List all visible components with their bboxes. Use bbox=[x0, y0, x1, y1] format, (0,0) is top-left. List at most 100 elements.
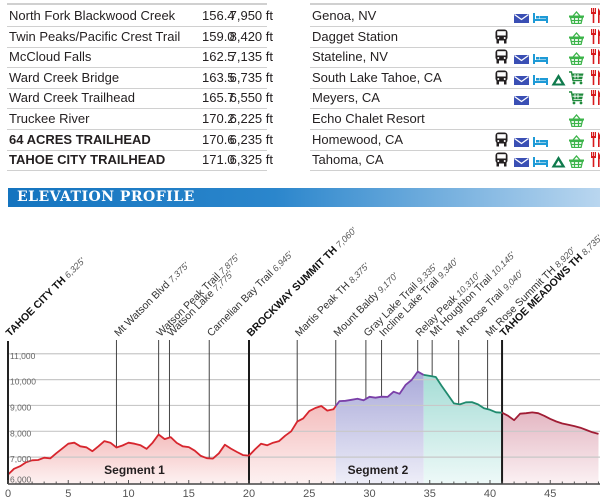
services-icons bbox=[495, 109, 600, 129]
section-title: ELEVATION PROFILE bbox=[17, 189, 195, 205]
services-icons bbox=[495, 150, 600, 170]
area-fill-segment-2a bbox=[249, 406, 336, 484]
bus-icon bbox=[495, 29, 508, 44]
bed-icon bbox=[533, 72, 548, 86]
table-row: Ward Creek Bridge 163.5 6,735 ft bbox=[7, 68, 273, 89]
basket-icon bbox=[569, 51, 584, 66]
waypoint-label-elevation: 7,060' bbox=[334, 225, 358, 249]
waypoint-elevation: 6,325 ft bbox=[229, 152, 273, 168]
x-tick-label: 35 bbox=[424, 488, 436, 500]
bed-icon bbox=[533, 154, 548, 168]
segment-label: Segment 1 bbox=[104, 463, 165, 477]
basket-icon bbox=[569, 113, 584, 128]
x-tick-label: 15 bbox=[183, 488, 195, 500]
waypoint-name: TAHOE CITY TRAILHEAD bbox=[9, 152, 166, 168]
waypoint-label-elevation: 9,040' bbox=[501, 268, 525, 292]
waypoint-elevation: 6,735 ft bbox=[229, 69, 273, 85]
waypoint-label-name: TAHOE MEADOWS TH bbox=[498, 250, 588, 340]
waypoint-name: 64 ACRES TRAILHEAD bbox=[9, 131, 151, 147]
table-row: Genoa, NV bbox=[310, 6, 600, 27]
services-icons bbox=[495, 6, 600, 26]
town-name: Homewood, CA bbox=[312, 131, 404, 147]
basket-icon bbox=[569, 134, 584, 148]
services-icons bbox=[495, 88, 600, 108]
envelope-icon bbox=[514, 10, 529, 24]
waypoint-label-elevation: 9,340' bbox=[436, 256, 460, 280]
x-tick-label: 5 bbox=[65, 488, 71, 500]
tent-icon bbox=[551, 154, 566, 168]
envelope-icon bbox=[514, 134, 529, 148]
table-row: Truckee River 170.2 6,225 ft bbox=[7, 109, 273, 130]
services-icons bbox=[495, 130, 600, 150]
waypoint-name: Ward Creek Bridge bbox=[9, 69, 120, 85]
waypoint-label-elevation: 7,375' bbox=[167, 260, 191, 284]
town-name: Meyers, CA bbox=[312, 90, 380, 106]
table-row: Stateline, NV bbox=[310, 47, 600, 69]
area-fill-segment-2c bbox=[423, 374, 503, 484]
town-name: South Lake Tahoe, CA bbox=[312, 69, 442, 85]
y-tick-label: 8,000 bbox=[10, 428, 32, 438]
waypoint-elevation: 6,225 ft bbox=[229, 111, 273, 126]
waypoint-label-elevation: 6,945' bbox=[270, 249, 294, 273]
waypoint-elevation: 7,135 ft bbox=[229, 49, 273, 65]
fork-knife-icon bbox=[591, 152, 600, 168]
waypoint-label: TAHOE CITY TH 6,325' bbox=[4, 255, 88, 339]
table-row: McCloud Falls 162.5 7,135 ft bbox=[7, 47, 273, 69]
town-name: Stateline, NV bbox=[312, 49, 388, 65]
table-row: TAHOE CITY TRAILHEAD 171.0 6,325 ft bbox=[7, 150, 273, 172]
tent-icon bbox=[551, 72, 566, 86]
table-row: Twin Peaks/Pacific Crest Trail 159.0 8,420… bbox=[7, 27, 273, 48]
services-icons bbox=[495, 27, 600, 47]
bed-icon bbox=[533, 134, 548, 148]
fork-knife-icon bbox=[591, 49, 600, 65]
y-tick-label: 11,000 bbox=[10, 351, 36, 361]
table-row: 64 ACRES TRAILHEAD 170.6 6,235 ft bbox=[7, 130, 273, 151]
table-row: Ward Creek Trailhead 165.7 6,550 ft bbox=[7, 88, 273, 110]
fork-knife-icon bbox=[591, 8, 600, 23]
services-icons bbox=[495, 47, 600, 67]
envelope-icon bbox=[514, 92, 529, 106]
y-tick-label: 6,000 bbox=[10, 475, 32, 485]
x-tick-label: 30 bbox=[363, 488, 375, 500]
elevation-profile-header: ELEVATION PROFILE bbox=[8, 188, 600, 207]
envelope-icon bbox=[514, 51, 529, 65]
basket-icon bbox=[569, 154, 584, 169]
basket-icon bbox=[569, 10, 584, 25]
waypoint-labels: TAHOE CITY TH 6,325'Mt Watson Blvd 7,375… bbox=[4, 225, 600, 340]
services-icons bbox=[495, 68, 600, 88]
bus-icon bbox=[495, 49, 508, 64]
table-row: Tahoma, CA bbox=[310, 150, 600, 172]
table-row: North Fork Blackwood Creek 156.4 7,950 ft bbox=[7, 6, 273, 27]
bus-icon bbox=[495, 152, 508, 167]
town-name: Dagget Station bbox=[312, 28, 399, 44]
town-name: Echo Chalet Resort bbox=[312, 111, 425, 126]
waypoint-label-elevation: 8,735' bbox=[580, 233, 600, 257]
shopping-cart-icon bbox=[569, 71, 584, 85]
x-tick-label: 40 bbox=[484, 488, 496, 500]
waypoint-label-name: TAHOE CITY TH bbox=[4, 272, 71, 339]
waypoint-label-elevation: 9,170' bbox=[375, 271, 399, 295]
x-tick-label: 10 bbox=[122, 488, 134, 500]
waypoint-name: Truckee River bbox=[9, 111, 90, 126]
waypoint-name: Twin Peaks/Pacific Crest Trail bbox=[9, 28, 181, 44]
fork-knife-icon bbox=[591, 69, 600, 85]
y-tick-label: 10,000 bbox=[10, 377, 36, 387]
fork-knife-icon bbox=[591, 90, 600, 106]
x-tick-label: 0 bbox=[5, 488, 11, 500]
bus-icon bbox=[495, 70, 508, 85]
waypoint-label-elevation: 6,325' bbox=[63, 256, 87, 280]
bus-icon bbox=[495, 132, 508, 147]
table-row: Dagget Station bbox=[310, 27, 600, 48]
bed-icon bbox=[533, 51, 548, 65]
fork-knife-icon bbox=[591, 28, 600, 44]
y-tick-label: 9,000 bbox=[10, 402, 32, 412]
waypoint-name: Ward Creek Trailhead bbox=[9, 90, 135, 106]
shopping-cart-icon bbox=[569, 91, 584, 105]
segment-label: Segment 2 bbox=[348, 463, 409, 477]
waypoint-label-elevation: 8,375' bbox=[347, 261, 371, 285]
basket-icon bbox=[569, 31, 584, 45]
fork-knife-icon bbox=[591, 131, 600, 147]
waypoint-elevation: 6,235 ft bbox=[229, 131, 273, 147]
table-row: Meyers, CA bbox=[310, 88, 600, 110]
waypoint-name: North Fork Blackwood Creek bbox=[9, 8, 176, 23]
